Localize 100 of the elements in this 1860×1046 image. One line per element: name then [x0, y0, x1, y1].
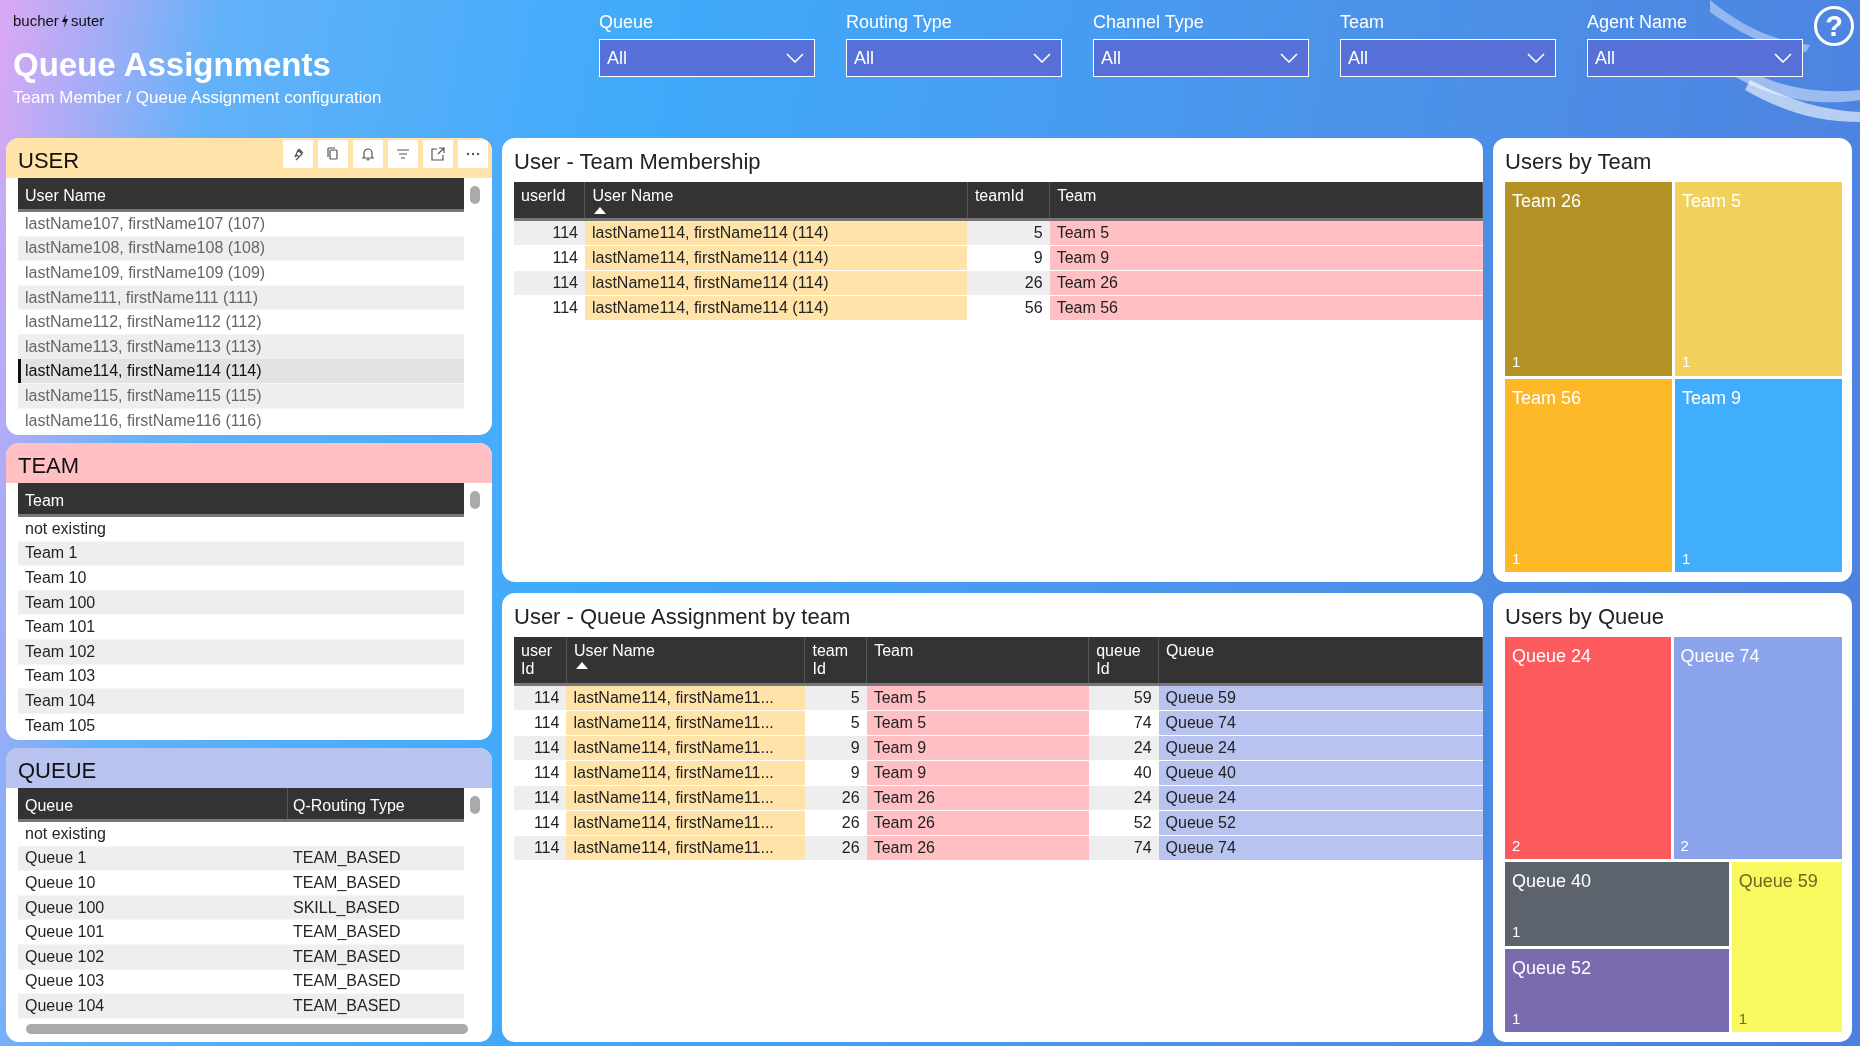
table-cell: lastName114, firstName11...: [566, 835, 805, 861]
table-cell: Queue 74: [1158, 835, 1483, 861]
tile-count: 1: [1512, 922, 1521, 943]
slicer-item[interactable]: lastName111, firstName111 (111): [18, 285, 464, 310]
table-cell: Team 5: [866, 684, 1089, 711]
slicer-item[interactable]: lastName107, firstName107 (107): [18, 211, 464, 236]
slicer-item[interactable]: Queue 1: [18, 846, 288, 871]
table-cell: Queue 40: [1158, 760, 1483, 786]
table-cell: lastName114, firstName11...: [566, 785, 805, 811]
pin-button[interactable]: [283, 140, 313, 168]
chart-title: Users by Team: [1504, 148, 1653, 176]
filter-label: Agent Name: [1587, 11, 1689, 34]
filter-dropdown[interactable]: All: [1587, 39, 1803, 77]
table-cell: Queue 59: [1158, 684, 1483, 711]
slicer-item[interactable]: Queue 100: [18, 895, 288, 920]
slicer-item[interactable]: Team 101: [18, 615, 103, 640]
slicer-item[interactable]: lastName112, firstName112 (112): [18, 310, 464, 335]
tile-label: Queue 40: [1512, 870, 1592, 894]
slicer-item[interactable]: Team 102: [18, 639, 103, 664]
table-cell: 40: [1088, 760, 1159, 786]
table-cell: Team 26: [866, 785, 1089, 811]
filter-dropdown[interactable]: All: [846, 39, 1062, 77]
slicer-item[interactable]: lastName109, firstName109 (109): [18, 261, 464, 285]
table-cell: 52: [1088, 810, 1159, 836]
tile-label: Queue 59: [1738, 870, 1818, 894]
column-header: teamId: [974, 187, 1024, 204]
table-cell: 59: [1088, 684, 1159, 711]
tile-label: Queue 74: [1680, 645, 1760, 668]
column-header: Team: [1057, 187, 1097, 204]
table-cell: lastName114, firstName11...: [566, 710, 805, 736]
slicer-item[interactable]: Team 104: [18, 688, 103, 713]
scrollbar-thumb[interactable]: [26, 1024, 468, 1034]
table-cell: lastName114, firstName114 (114): [584, 245, 968, 271]
tile-label: Team 26: [1512, 190, 1582, 213]
column-header: team Id: [812, 642, 848, 678]
slicer-item[interactable]: Queue 104: [18, 993, 288, 1018]
slicer-item[interactable]: lastName114, firstName114 (114): [18, 359, 464, 384]
slicer-item[interactable]: Team 103: [18, 664, 103, 689]
slicer-item[interactable]: Team 1: [18, 541, 85, 566]
table-cell: 114: [514, 295, 585, 321]
slicer-item[interactable]: lastName113, firstName113 (113): [18, 334, 464, 359]
chevron-down-icon: [1774, 53, 1792, 63]
slicer-item[interactable]: Team 105: [18, 713, 103, 738]
copy-icon: [325, 146, 341, 162]
tile-label: Team 9: [1682, 386, 1742, 410]
routing-type-text: SKILL_BASED: [292, 897, 401, 918]
tile-count: 2: [1680, 835, 1689, 856]
panel-title: TEAM: [18, 453, 80, 478]
sort-ascending-icon[interactable]: [575, 662, 588, 670]
slicer-item[interactable]: lastName115, firstName115 (115): [18, 383, 464, 408]
slicer-item[interactable]: lastName116, firstName116 (116): [18, 408, 464, 433]
table-cell: lastName114, firstName114 (114): [584, 219, 968, 246]
table-cell: lastName114, firstName11...: [566, 760, 805, 786]
filter-dropdown[interactable]: All: [1340, 39, 1556, 77]
table-cell: lastName114, firstName11...: [566, 684, 805, 711]
table-cell: 114: [514, 835, 567, 861]
chevron-down-icon: [1033, 53, 1051, 63]
tile-label: Queue 24: [1512, 645, 1592, 668]
panel-title: USER: [18, 148, 80, 173]
treemap-tile[interactable]: Queue 52 1: [1505, 948, 1729, 1032]
filter-button[interactable]: [388, 140, 418, 168]
table-cell: Team 9: [866, 760, 1089, 786]
treemap-tile[interactable]: Queue 24 2: [1505, 637, 1671, 860]
table-title: User - Team Membership: [513, 148, 762, 176]
copy-button[interactable]: [318, 140, 348, 168]
column-header: Queue: [1166, 642, 1215, 659]
table-cell: lastName114, firstName114 (114): [584, 295, 968, 321]
table-cell: Team 5: [1049, 219, 1483, 246]
slicer-item[interactable]: Queue 10: [18, 871, 288, 895]
treemap-tile[interactable]: Queue 59 1: [1731, 862, 1842, 1032]
table-cell: Queue 74: [1158, 710, 1483, 736]
table-cell: 114: [514, 684, 567, 711]
filter-dropdown[interactable]: All: [599, 39, 815, 77]
filter-dropdown[interactable]: All: [1093, 39, 1309, 77]
table-cell: 5: [967, 219, 1050, 246]
chevron-down-icon: [786, 53, 804, 63]
sort-ascending-icon[interactable]: [594, 207, 607, 215]
slicer-item[interactable]: Team 100: [18, 590, 103, 615]
slicer-item[interactable]: not existing: [18, 821, 288, 846]
expand-button[interactable]: [423, 140, 453, 168]
slicer-item[interactable]: Queue 102: [18, 944, 288, 969]
slicer-item[interactable]: Queue 101: [18, 920, 288, 945]
scrollbar-thumb[interactable]: [470, 796, 480, 814]
table-cell: Queue 52: [1158, 810, 1483, 836]
slicer-item[interactable]: lastName108, firstName108 (108): [18, 236, 464, 261]
chevron-down-icon: [1527, 53, 1545, 63]
treemap-tile[interactable]: Queue 40 1: [1505, 862, 1729, 946]
slicer-item[interactable]: Queue 103: [18, 969, 288, 994]
scrollbar-thumb[interactable]: [470, 186, 480, 204]
table-cell: Team 9: [1049, 245, 1483, 271]
table-cell: lastName114, firstName114 (114): [584, 270, 968, 296]
table-cell: 56: [967, 295, 1050, 321]
scrollbar-thumb[interactable]: [470, 491, 480, 509]
slicer-item[interactable]: Team 10: [18, 566, 94, 590]
page-subtitle: Team Member / Queue Assignment configuration: [13, 86, 383, 109]
table-cell: Team 26: [1049, 270, 1483, 296]
bell-button[interactable]: [353, 140, 383, 168]
slicer-item[interactable]: not existing: [18, 516, 113, 541]
help-button[interactable]: ?: [1814, 6, 1854, 46]
column-header: user Id: [521, 642, 553, 678]
